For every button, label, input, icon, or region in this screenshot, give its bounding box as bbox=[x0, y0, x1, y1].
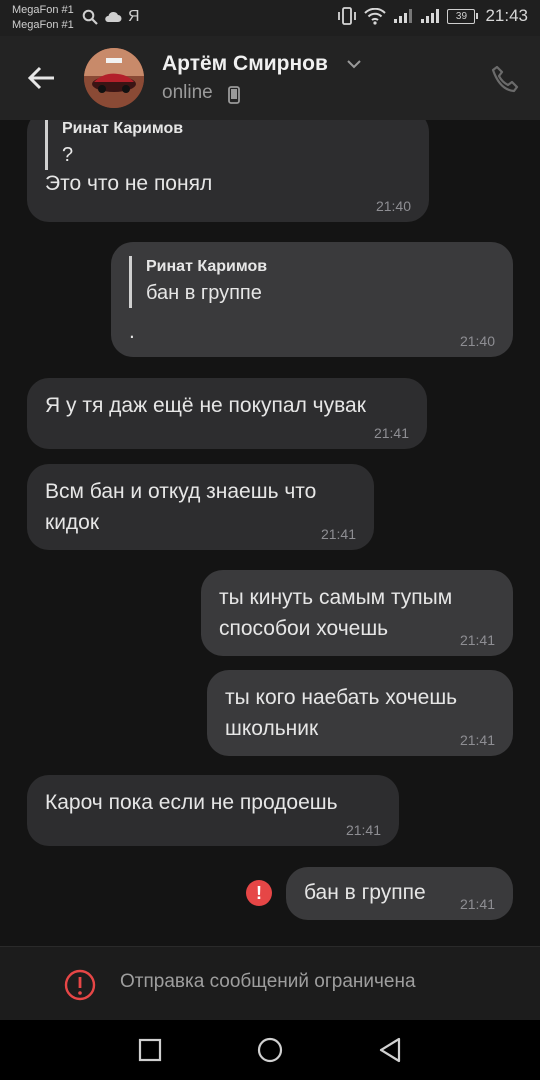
message-incoming[interactable]: Я у тя даж ещё не покупал чувак 21:41 bbox=[27, 378, 427, 449]
cloud-icon bbox=[104, 11, 122, 23]
status-left-icons: Я bbox=[82, 8, 140, 26]
error-icon[interactable]: ! bbox=[246, 880, 272, 906]
message-outgoing[interactable]: ты кинуть самым тупым способои хочешь 21… bbox=[201, 570, 513, 656]
avatar[interactable] bbox=[84, 48, 144, 108]
call-button[interactable] bbox=[490, 64, 520, 94]
message-outgoing-failed[interactable]: бан в группе 21:41 bbox=[286, 867, 513, 920]
system-nav-bar bbox=[0, 1020, 540, 1080]
reply-quote[interactable]: Ринат Каримов бан в группе bbox=[129, 256, 267, 308]
signal-icon bbox=[393, 8, 413, 24]
wifi-icon bbox=[364, 7, 387, 25]
mobile-phone-icon bbox=[228, 86, 240, 104]
signal-icon-2 bbox=[420, 8, 440, 24]
message-outgoing[interactable]: ты кого наебать хочешь школьник 21:41 bbox=[207, 670, 513, 756]
phone-call-icon bbox=[491, 65, 519, 93]
message-time: 21:41 bbox=[345, 822, 381, 838]
status-bar: MegaFon #1 MegaFon #1 Я 39 21:43 bbox=[0, 0, 540, 36]
message-text-line-2: школьник bbox=[225, 717, 319, 740]
message-time: 21:41 bbox=[459, 632, 495, 648]
recents-button[interactable] bbox=[135, 1035, 165, 1065]
restriction-text: Отправка сообщений ограничена bbox=[120, 971, 416, 992]
message-text-line-2: кидок bbox=[45, 511, 100, 534]
contact-status: online bbox=[162, 82, 213, 103]
message-outgoing[interactable]: Ринат Каримов бан в группе . 21:40 bbox=[111, 242, 513, 357]
message-text-line-1: Всм бан и откуд знаешь что bbox=[45, 480, 317, 503]
message-time: 21:41 bbox=[320, 526, 356, 542]
error-icon bbox=[64, 969, 96, 1001]
vibrate-icon bbox=[337, 7, 357, 25]
battery-icon: 39 bbox=[447, 8, 479, 24]
message-list[interactable]: Ринат Каримов ? Это что не понял 21:40 Р… bbox=[0, 120, 540, 946]
message-text-line-1: ты кинуть самым тупым bbox=[219, 586, 453, 609]
back-arrow-icon bbox=[27, 66, 54, 90]
message-text: бан в группе bbox=[304, 881, 426, 904]
message-incoming[interactable]: Ринат Каримов ? Это что не понял 21:40 bbox=[27, 120, 429, 222]
messaging-restricted-bar: Отправка сообщений ограничена bbox=[0, 946, 540, 1021]
reply-author: Ринат Каримов bbox=[146, 258, 268, 275]
message-time: 21:40 bbox=[375, 198, 411, 214]
message-incoming[interactable]: Всм бан и откуд знаешь что кидок 21:41 bbox=[27, 464, 374, 550]
back-button[interactable] bbox=[24, 60, 60, 96]
chat-header: Артём Смирнов online bbox=[0, 36, 540, 120]
search-icon bbox=[82, 9, 98, 25]
message-time: 21:40 bbox=[459, 333, 495, 349]
carrier-labels: MegaFon #1 MegaFon #1 bbox=[12, 3, 74, 33]
carrier-2: MegaFon #1 bbox=[12, 19, 74, 31]
message-time: 21:41 bbox=[373, 425, 409, 441]
chevron-down-icon[interactable] bbox=[345, 58, 363, 70]
message-time: 21:41 bbox=[459, 896, 495, 912]
message-incoming[interactable]: Кароч пока если не продоешь 21:41 bbox=[27, 775, 399, 846]
message-text: Это что не понял bbox=[45, 172, 213, 195]
reply-text: бан в группе bbox=[146, 282, 262, 304]
reply-author: Ринат Каримов bbox=[62, 120, 184, 137]
battery-level: 39 bbox=[447, 8, 476, 24]
circle-icon bbox=[257, 1037, 283, 1063]
status-right-icons: 39 21:43 bbox=[337, 6, 528, 26]
message-text: Я у тя даж ещё не покупал чувак bbox=[45, 394, 366, 417]
contact-name[interactable]: Артём Смирнов bbox=[162, 52, 328, 76]
reply-quote[interactable]: Ринат Каримов ? bbox=[45, 120, 183, 170]
yandex-icon: Я bbox=[128, 8, 140, 25]
reply-text: ? bbox=[62, 144, 74, 166]
message-text: Кароч пока если не продоешь bbox=[45, 791, 338, 814]
back-nav-button[interactable] bbox=[375, 1035, 405, 1065]
square-icon bbox=[138, 1038, 162, 1062]
message-text-line-1: ты кого наебать хочешь bbox=[225, 686, 458, 709]
status-time: 21:43 bbox=[485, 6, 528, 25]
triangle-back-icon bbox=[379, 1037, 401, 1063]
carrier-1: MegaFon #1 bbox=[12, 4, 74, 16]
home-button[interactable] bbox=[255, 1035, 285, 1065]
message-time: 21:41 bbox=[459, 732, 495, 748]
message-text-line-2: способои хочешь bbox=[219, 617, 389, 640]
message-text: . bbox=[129, 320, 135, 343]
